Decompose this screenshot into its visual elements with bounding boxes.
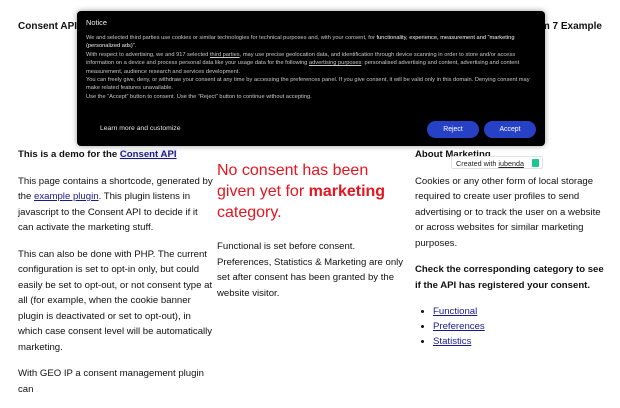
preferences-link[interactable]: Preferences bbox=[433, 321, 485, 332]
banner-p2-a: With respect to advertising, we and 917 … bbox=[86, 51, 210, 58]
consent-status-text-c: category. bbox=[217, 204, 282, 221]
functional-note: Functional is set before consent. Prefer… bbox=[217, 241, 404, 299]
list-item: Functional bbox=[433, 304, 610, 319]
third-parties-link[interactable]: third parties bbox=[210, 52, 240, 58]
consent-status-category: marketing bbox=[308, 183, 386, 200]
category-list: Functional Preferences Statistics bbox=[415, 304, 610, 349]
geo-ip-paragraph: With GEO IP a consent management plugin … bbox=[18, 368, 204, 395]
banner-p1-c: . bbox=[134, 43, 137, 50]
banner-title: Notice bbox=[86, 18, 107, 27]
banner-paragraph: With respect to advertising, we and 917 … bbox=[86, 51, 538, 76]
badge-prefix: Created with bbox=[456, 159, 499, 168]
middle-column: No consent has been given yet for market… bbox=[217, 160, 407, 312]
banner-p1-a: We and selected third parties use cookie… bbox=[86, 35, 377, 41]
reject-button[interactable]: Reject bbox=[427, 121, 479, 138]
left-column: This is a demo for the Consent API This … bbox=[18, 147, 214, 408]
banner-paragraph: You can freely give, deny, or withdraw y… bbox=[86, 77, 530, 92]
consent-status-message: No consent has been given yet for market… bbox=[217, 160, 407, 223]
cookie-consent-banner: Notice We and selected third parties use… bbox=[77, 11, 545, 146]
advertising-purposes-link[interactable]: advertising purposes bbox=[309, 60, 361, 66]
learn-more-button[interactable]: Learn more and customize bbox=[100, 125, 180, 132]
right-column: About Marketing Cookies or any other for… bbox=[415, 147, 610, 349]
marketing-description: Cookies or any other form of local stora… bbox=[415, 175, 601, 249]
php-paragraph: This can also be done with PHP. The curr… bbox=[18, 248, 213, 353]
statistics-link[interactable]: Statistics bbox=[433, 336, 471, 347]
list-item: Preferences bbox=[433, 319, 610, 334]
accept-button[interactable]: Accept bbox=[484, 121, 536, 138]
iubenda-check-icon bbox=[532, 159, 539, 167]
badge-brand: iubenda bbox=[498, 159, 524, 168]
example-plugin-link[interactable]: example plugin bbox=[34, 191, 99, 202]
list-item: Statistics bbox=[433, 334, 610, 349]
demo-heading: This is a demo for the Consent API bbox=[18, 147, 214, 163]
site-title[interactable]: Consent API bbox=[18, 21, 77, 32]
functional-link[interactable]: Functional bbox=[433, 306, 477, 317]
demo-heading-text: This is a demo for the bbox=[18, 149, 120, 160]
banner-body: We and selected third parties use cookie… bbox=[86, 34, 538, 120]
shortcode-paragraph: This page contains a shortcode, generate… bbox=[18, 174, 214, 236]
check-category-paragraph: Check the corresponding category to see … bbox=[415, 264, 604, 291]
consent-api-link[interactable]: Consent API bbox=[119, 149, 177, 160]
banner-paragraph: We and selected third parties use cookie… bbox=[86, 34, 538, 51]
iubenda-badge[interactable]: Created with iubenda bbox=[451, 156, 543, 169]
banner-paragraph: Use the “Accept” button to consent. Use … bbox=[86, 93, 312, 100]
